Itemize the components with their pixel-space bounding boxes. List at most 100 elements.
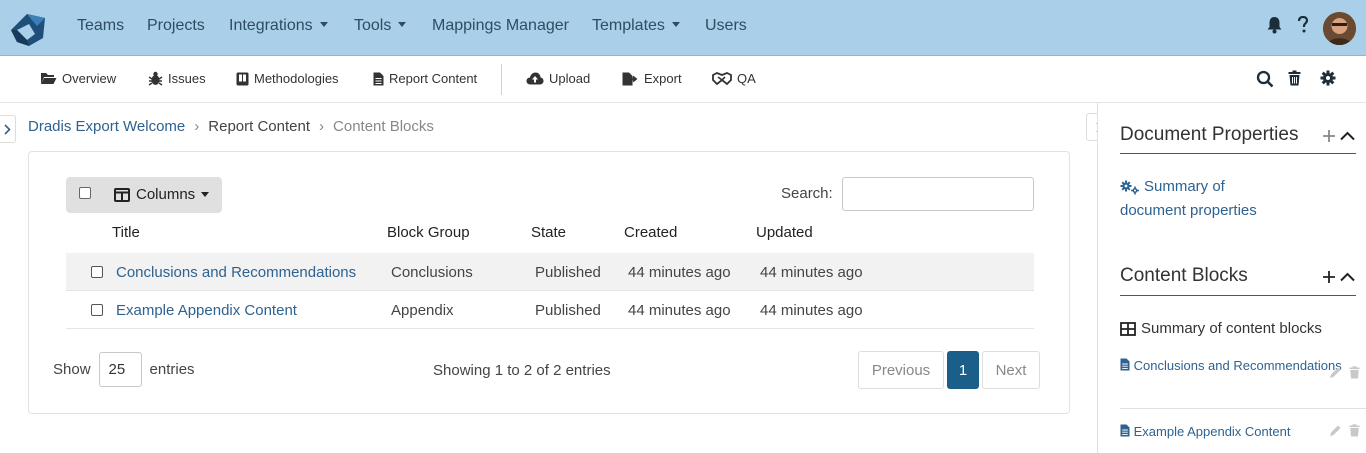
column-header-created[interactable]: Created — [624, 224, 677, 241]
gear-icon[interactable] — [1320, 70, 1336, 86]
right-sidebar: Document Properties Summary of document … — [1097, 103, 1366, 453]
columns-button[interactable]: Columns — [114, 186, 210, 203]
row-updated: 44 minutes ago — [760, 264, 863, 281]
columns-toolbar: Columns — [66, 177, 222, 213]
chevron-right-icon: › — [194, 118, 200, 135]
nav-teams[interactable]: Teams — [77, 17, 124, 35]
trash-icon[interactable] — [1349, 424, 1360, 437]
project-toolbar: Overview Issues Methodologies Report Con… — [0, 56, 1366, 103]
toolbar-divider — [501, 64, 502, 95]
plus-icon[interactable] — [1322, 129, 1336, 143]
pagination: Previous 1 Next — [858, 351, 1040, 389]
toolbar-qa[interactable]: QA — [712, 71, 756, 86]
row-created: 44 minutes ago — [628, 302, 731, 319]
content-blocks-card: Columns Search: Title Block Group State … — [28, 151, 1070, 414]
book-icon — [236, 72, 249, 85]
trash-icon[interactable] — [1288, 70, 1301, 86]
summary-content-blocks-link[interactable]: Summary of content blocks — [1120, 320, 1322, 337]
file-export-icon — [622, 72, 638, 85]
chevron-right-icon — [4, 123, 11, 135]
summary-document-properties-link[interactable]: Summary of document properties — [1120, 175, 1290, 223]
plus-icon[interactable] — [1322, 270, 1336, 284]
table-row: Conclusions and Recommendations Conclusi… — [66, 253, 1034, 291]
chevron-right-icon: › — [319, 118, 325, 135]
nav-integrations[interactable]: Integrations — [229, 17, 328, 35]
dradis-logo[interactable] — [7, 8, 49, 50]
row-checkbox[interactable] — [91, 304, 103, 316]
top-navbar: Teams Projects Integrations Tools Mappin… — [0, 0, 1366, 56]
row-state: Published — [535, 264, 601, 281]
content-blocks-controls — [1322, 270, 1355, 284]
section-divider — [1120, 295, 1356, 296]
toolbar-issues[interactable]: Issues — [148, 71, 206, 86]
chevron-down-icon — [398, 22, 407, 27]
bug-icon — [148, 71, 163, 86]
chevron-down-icon — [319, 22, 328, 27]
chevron-up-icon[interactable] — [1340, 272, 1355, 282]
search-input[interactable] — [842, 177, 1034, 211]
entries-label: entries — [149, 361, 195, 378]
document-properties-title: Document Properties — [1120, 124, 1299, 145]
row-block-group: Appendix — [391, 302, 454, 319]
content-block-title[interactable]: Example Appendix Content — [1134, 424, 1291, 439]
select-all-checkbox[interactable] — [79, 187, 91, 199]
cloud-upload-icon — [526, 72, 544, 85]
row-block-group: Conclusions — [391, 264, 473, 281]
file-icon — [1120, 358, 1130, 371]
chevron-down-icon — [201, 192, 210, 197]
column-header-updated[interactable]: Updated — [756, 224, 813, 241]
content-blocks-title: Content Blocks — [1120, 265, 1248, 286]
row-title-link[interactable]: Example Appendix Content — [116, 302, 297, 319]
toolbar-methodologies[interactable]: Methodologies — [236, 71, 339, 86]
previous-page-button[interactable]: Previous — [858, 351, 944, 389]
table-columns-icon — [114, 187, 130, 202]
file-icon — [1120, 424, 1130, 437]
column-header-block-group[interactable]: Block Group — [387, 224, 470, 241]
content-block-title[interactable]: Conclusions and Recommendations — [1134, 358, 1342, 373]
section-divider — [1120, 153, 1356, 154]
column-header-title[interactable]: Title — [112, 224, 140, 241]
trash-icon[interactable] — [1349, 366, 1360, 379]
document-properties-controls — [1322, 129, 1355, 143]
nav-mappings-manager[interactable]: Mappings Manager — [432, 17, 569, 35]
search-label: Search: — [781, 185, 833, 202]
page-length-control: Show 25 entries — [53, 352, 195, 387]
content-block-item[interactable]: Conclusions and Recommendations — [1120, 356, 1366, 379]
show-label: Show — [53, 361, 91, 378]
nav-users[interactable]: Users — [705, 17, 747, 35]
help-icon[interactable] — [1297, 16, 1309, 34]
breadcrumb: Dradis Export Welcome › Report Content › Con… — [28, 118, 434, 135]
table-info: Showing 1 to 2 of 2 entries — [433, 362, 611, 379]
content-block-item[interactable]: Example Appendix Content — [1120, 422, 1366, 441]
toolbar-export[interactable]: Export — [622, 71, 682, 86]
toolbar-overview[interactable]: Overview — [40, 71, 116, 86]
table-icon — [1120, 321, 1136, 336]
row-created: 44 minutes ago — [628, 264, 731, 281]
page-length-select[interactable]: 25 — [98, 352, 142, 387]
handshake-icon — [712, 72, 732, 85]
row-updated: 44 minutes ago — [760, 302, 863, 319]
page-1-button[interactable]: 1 — [947, 351, 979, 389]
nav-templates[interactable]: Templates — [592, 17, 680, 35]
nav-projects[interactable]: Projects — [147, 17, 205, 35]
pencil-icon[interactable] — [1329, 424, 1342, 437]
user-avatar[interactable] — [1323, 12, 1356, 45]
file-icon — [373, 72, 384, 85]
pencil-icon[interactable] — [1329, 366, 1342, 379]
column-header-state[interactable]: State — [531, 224, 566, 241]
bell-icon[interactable] — [1267, 16, 1282, 34]
breadcrumb-section[interactable]: Report Content — [208, 118, 310, 135]
breadcrumb-current: Content Blocks — [333, 118, 434, 135]
row-checkbox[interactable] — [91, 266, 103, 278]
search-icon[interactable] — [1256, 70, 1274, 88]
toolbar-report-content[interactable]: Report Content — [373, 71, 477, 86]
table-row: Example Appendix Content Appendix Publis… — [66, 291, 1034, 329]
nav-tools[interactable]: Tools — [354, 17, 407, 35]
item-divider — [1120, 408, 1366, 409]
toolbar-upload[interactable]: Upload — [526, 71, 590, 86]
chevron-up-icon[interactable] — [1340, 131, 1355, 141]
breadcrumb-project[interactable]: Dradis Export Welcome — [28, 118, 185, 135]
next-page-button[interactable]: Next — [982, 351, 1040, 389]
row-title-link[interactable]: Conclusions and Recommendations — [116, 264, 356, 281]
left-sidebar-toggle[interactable] — [0, 115, 16, 143]
